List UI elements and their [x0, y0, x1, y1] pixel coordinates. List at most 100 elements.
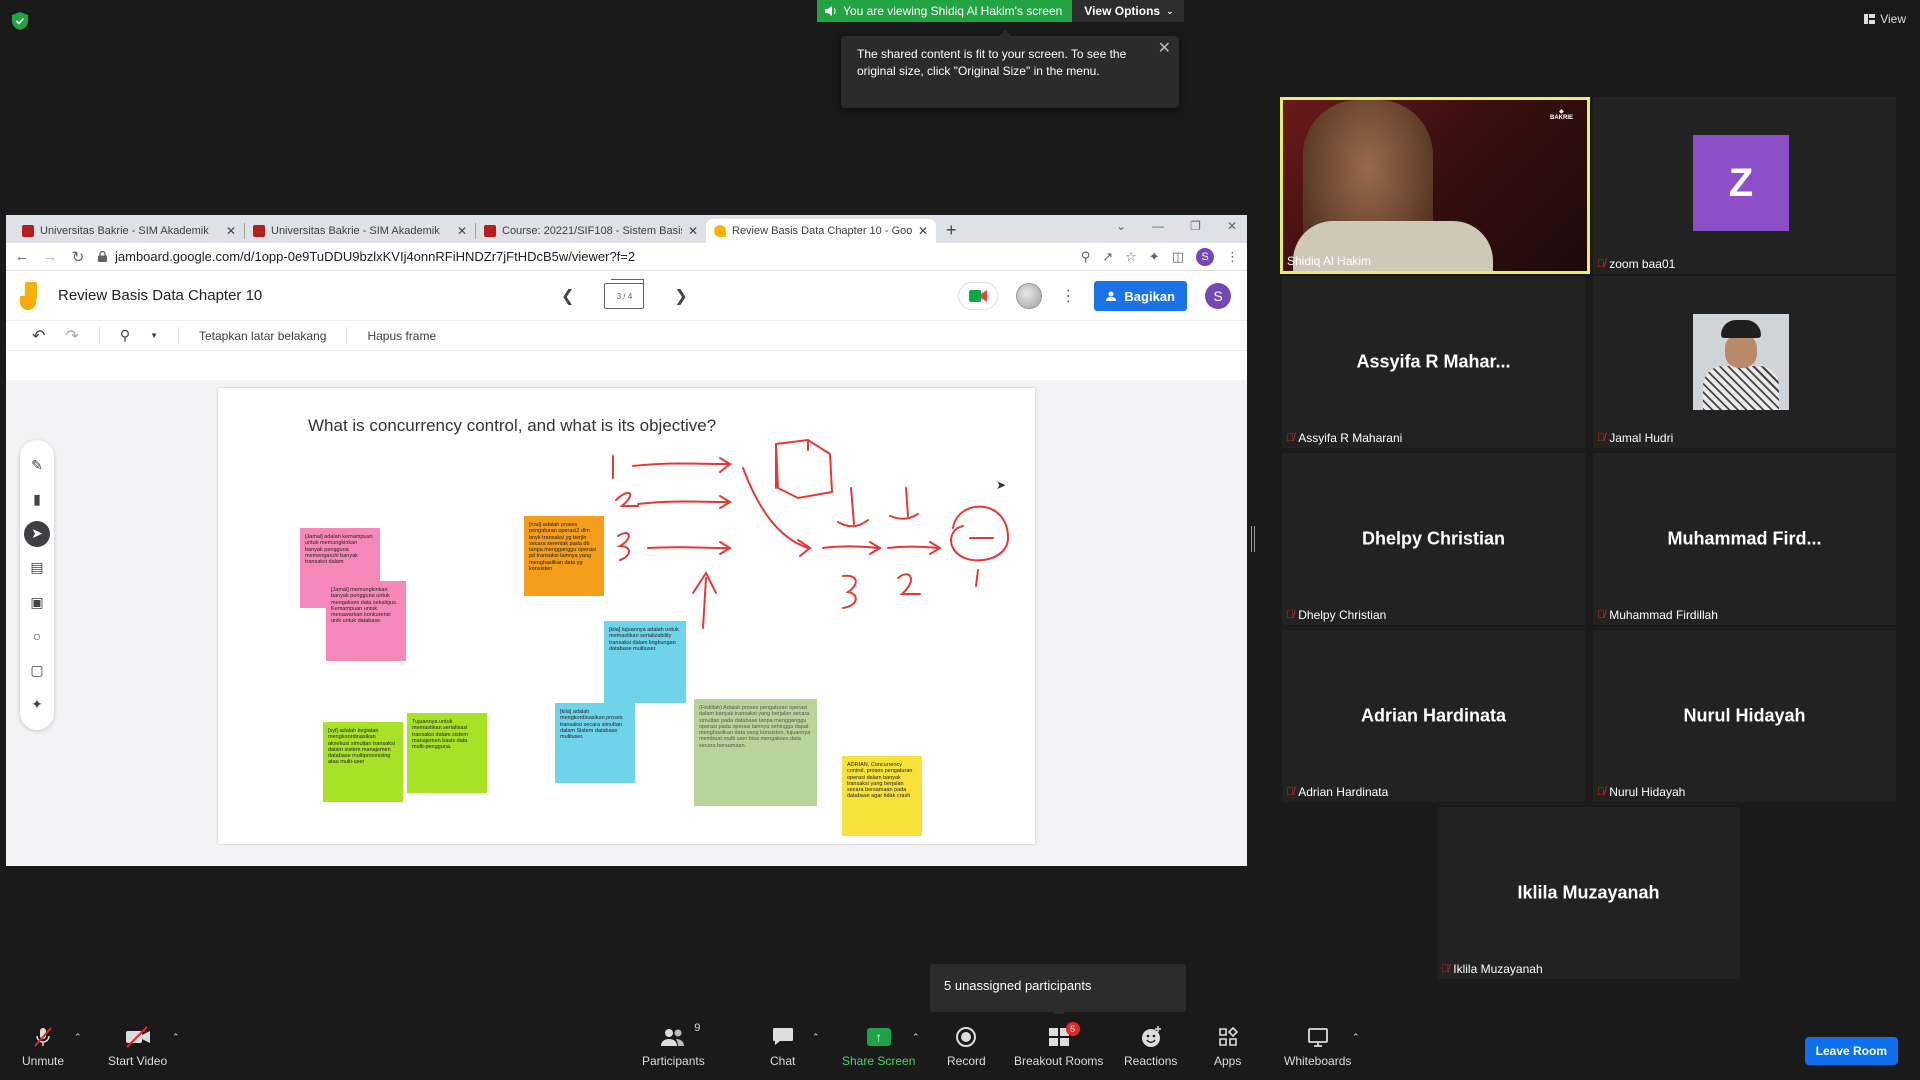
drawing-tools: ✎ ▮ ➤ ▤ ▣ ○ ▢ ✦: [20, 440, 54, 730]
text-box-icon[interactable]: ▢: [24, 658, 50, 684]
participant-tile[interactable]: Iklila Muzayanah 🎙̸ Iklila Muzayanah: [1437, 807, 1740, 979]
unassigned-participants-popup[interactable]: 5 unassigned participants: [930, 964, 1186, 1018]
toolbar-divider: [346, 326, 348, 345]
participant-tile[interactable]: Dhelpy Christian 🎙̸ Dhelpy Christian: [1282, 453, 1585, 625]
share-screen-button[interactable]: ↑ Share Screen: [842, 1026, 915, 1068]
clear-frame-button[interactable]: Hapus frame: [367, 329, 436, 343]
select-arrow-icon[interactable]: ➤: [24, 520, 50, 547]
view-button[interactable]: View: [1864, 12, 1906, 26]
zoom-dropdown-icon[interactable]: ▼: [150, 331, 158, 340]
redo-icon[interactable]: ↷: [65, 326, 78, 346]
set-background-button[interactable]: Tetapkan latar belakang: [199, 329, 326, 343]
browser-profile-avatar[interactable]: S: [1196, 247, 1214, 266]
jamboard-title[interactable]: Review Basis Data Chapter 10: [58, 287, 262, 304]
share-button[interactable]: Bagikan: [1094, 281, 1187, 311]
participant-tile[interactable]: Z 🎙̸ zoom baa01: [1593, 97, 1896, 274]
view-options-button[interactable]: View Options ⌄: [1072, 0, 1184, 22]
share-page-icon[interactable]: ↗: [1102, 249, 1113, 265]
muted-mic-icon: 🎙̸: [1597, 432, 1606, 444]
pen-icon[interactable]: ✎: [24, 452, 50, 478]
back-icon[interactable]: ←: [14, 248, 30, 265]
minimize-icon[interactable]: —: [1152, 219, 1164, 233]
participant-display-name: Adrian Hardinata: [1360, 705, 1507, 726]
sticky-note[interactable]: Tujuannya untuk memastikan serialisasi t…: [407, 713, 487, 793]
sticky-note[interactable]: ADRIAN, Concurrency control, proses peng…: [842, 756, 922, 836]
participant-tile[interactable]: Adrian Hardinata 🎙̸ Adrian Hardinata: [1282, 630, 1585, 802]
browser-tab[interactable]: Universitas Bakrie - SIM Akademik ✕: [14, 219, 244, 243]
eraser-icon[interactable]: ▮: [24, 486, 50, 512]
browser-tab-active[interactable]: Review Basis Data Chapter 10 - Google Ja…: [706, 219, 936, 243]
sticky-note[interactable]: [syf] adalah kegiatan mengkoordinasikan …: [323, 722, 403, 802]
close-tab-icon[interactable]: ✕: [457, 224, 467, 238]
side-panel-icon[interactable]: ◫: [1172, 249, 1184, 265]
close-tab-icon[interactable]: ✕: [918, 224, 928, 238]
audio-options-caret-icon[interactable]: ⌃: [74, 1032, 82, 1043]
undo-icon[interactable]: ↶: [32, 326, 45, 346]
browser-tab[interactable]: Universitas Bakrie - SIM Akademik ✕: [245, 219, 475, 243]
close-tab-icon[interactable]: ✕: [688, 224, 698, 238]
previous-frame-icon[interactable]: ❮: [561, 286, 574, 306]
security-shield-icon[interactable]: [12, 12, 28, 30]
frame-bar-button[interactable]: 3 / 4: [604, 279, 645, 309]
image-icon[interactable]: ▣: [24, 589, 50, 615]
panel-resize-handle[interactable]: [1251, 526, 1255, 552]
record-button[interactable]: Record: [947, 1026, 986, 1068]
more-menu-icon[interactable]: ⋮: [1226, 249, 1239, 265]
browser-tab[interactable]: Course: 20221/SIF108 - Sistem Basis ✕: [476, 219, 706, 243]
jamboard-frame[interactable]: What is concurrency control, and what is…: [218, 388, 1035, 844]
participant-tile[interactable]: Assyifa R Mahar... 🎙̸ Assyifa R Maharani: [1282, 276, 1585, 448]
leave-room-button[interactable]: Leave Room: [1804, 1037, 1898, 1065]
jamboard-header: Review Basis Data Chapter 10 ❮ 3 / 4 ❯ ⋮…: [6, 271, 1247, 321]
muted-mic-icon: 🎙̸: [1597, 609, 1606, 621]
apps-button[interactable]: Apps: [1214, 1026, 1241, 1068]
share-options-caret-icon[interactable]: ⌃: [912, 1032, 920, 1043]
bookmark-star-icon[interactable]: ☆: [1125, 249, 1137, 265]
participant-name-text: Iklila Muzayanah: [1453, 962, 1543, 976]
sticky-note[interactable]: [nrul] adalah proses pengaturan operasi2…: [524, 516, 604, 596]
forward-icon[interactable]: →: [42, 248, 58, 265]
participant-display-name: Dhelpy Christian: [1361, 528, 1506, 549]
sticky-note[interactable]: (Firdillah) Adalah proses pengaturan ope…: [694, 699, 817, 806]
sticky-note-icon[interactable]: ▤: [24, 555, 50, 581]
unmute-button[interactable]: Unmute: [22, 1026, 64, 1068]
close-tab-icon[interactable]: ✕: [226, 224, 236, 238]
new-tab-button[interactable]: +: [936, 220, 967, 243]
whiteboards-button[interactable]: Whiteboards: [1284, 1026, 1351, 1068]
reactions-button[interactable]: Reactions: [1124, 1026, 1177, 1068]
more-options-icon[interactable]: ⋮: [1060, 286, 1076, 306]
whiteboards-options-caret-icon[interactable]: ⌃: [1352, 1032, 1360, 1043]
restore-icon[interactable]: ❐: [1190, 219, 1201, 233]
url-field[interactable]: jamboard.google.com/d/1opp-0e9TuDDU9bzlx…: [98, 249, 1069, 264]
meet-icon[interactable]: [958, 282, 999, 310]
chat-button[interactable]: Chat: [770, 1026, 795, 1068]
zoom-icon[interactable]: ⚲: [1081, 249, 1091, 265]
video-options-caret-icon[interactable]: ⌃: [172, 1032, 180, 1043]
sticky-note[interactable]: [Jamal] memungkinkan banyak pengguna unt…: [326, 581, 406, 661]
jamboard-profile-avatar[interactable]: S: [1205, 283, 1231, 309]
view-options-label: View Options: [1084, 4, 1161, 18]
sticky-note[interactable]: [kila] adalah mengkordinasikan proses tr…: [555, 703, 635, 783]
start-video-button[interactable]: Start Video: [108, 1026, 167, 1068]
close-window-icon[interactable]: ✕: [1227, 219, 1237, 233]
sticky-note[interactable]: [kila] tujuannya adalah untuk memastikan…: [604, 621, 686, 703]
chat-options-caret-icon[interactable]: ⌃: [812, 1032, 820, 1043]
presence-globe-icon[interactable]: [1016, 283, 1043, 309]
participants-button[interactable]: 9 Participants: [642, 1022, 705, 1068]
unassigned-text: 5 unassigned participants: [944, 978, 1092, 993]
participant-name: Shidiq Al Hakim: [1287, 254, 1371, 268]
tab-search-icon[interactable]: ⌄: [1116, 219, 1126, 233]
reload-icon[interactable]: ↻: [70, 248, 86, 266]
grid-view-icon: [1864, 14, 1876, 24]
jamboard-logo-icon: [20, 281, 40, 310]
next-frame-icon[interactable]: ❯: [674, 286, 687, 306]
circle-shape-icon[interactable]: ○: [24, 623, 50, 649]
participant-tile[interactable]: Muhammad Fird... 🎙̸ Muhammad Firdillah: [1593, 453, 1896, 625]
close-icon[interactable]: ✕: [1158, 40, 1171, 57]
participant-tile[interactable]: Nurul Hidayah 🎙̸ Nurul Hidayah: [1593, 630, 1896, 802]
extensions-icon[interactable]: ✦: [1149, 249, 1160, 265]
participant-tile-active-speaker[interactable]: ◆ BAKRIE Shidiq Al Hakim: [1280, 97, 1590, 274]
breakout-rooms-button[interactable]: 5 Breakout Rooms: [1014, 1022, 1103, 1068]
zoom-in-icon[interactable]: ⚲: [120, 327, 130, 344]
participant-tile[interactable]: 🎙̸ Jamal Hudri: [1593, 276, 1896, 448]
laser-icon[interactable]: ✦: [24, 692, 50, 718]
